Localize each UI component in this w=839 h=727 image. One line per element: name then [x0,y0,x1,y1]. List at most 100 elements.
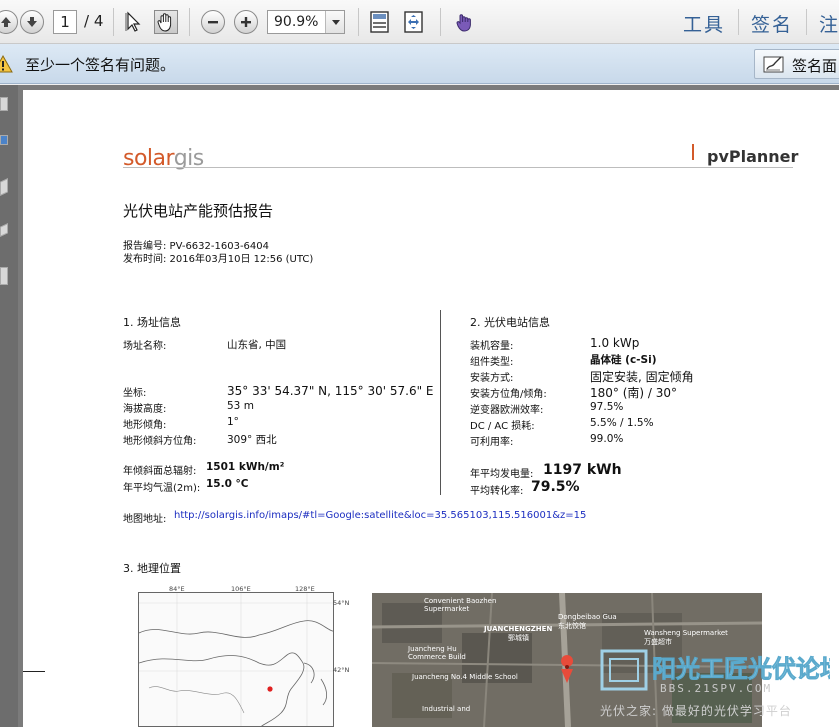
sign-menu[interactable]: 签名 [751,10,793,37]
zoom-in-button[interactable] [234,10,258,34]
irradiation-value: 1501 kWh/m² [206,461,285,473]
report-date: 发布时间: 2016年03月10日 12:56 (UTC) [123,254,314,265]
zoom-select[interactable]: 90.9% [267,10,345,34]
warning-icon [0,54,13,73]
read-mode-button[interactable] [452,10,476,34]
section-location-heading: 3. 地理位置 [123,562,181,575]
module-type-label: 组件类型: [470,357,514,368]
toolbar-divider [738,9,739,35]
toolbar: 1 / 4 90.9% 工具 签名 注 [0,0,839,44]
minus-icon [208,21,218,24]
signature-panel-button[interactable]: 签名面 [754,49,839,79]
layers-icon[interactable] [0,267,8,285]
fit-page-button[interactable] [368,10,392,34]
dc-ac-losses-value: 5.5% / 1.5% [590,417,654,429]
fit-width-button[interactable] [402,10,426,34]
page-thumbnails-icon[interactable] [0,97,8,111]
orientation-label: 安装方位角/倾角: [470,389,547,400]
signature-panel-label: 签名面 [792,57,838,75]
overview-map [138,592,334,727]
temperature-label: 年平均气温(2m): [123,483,201,494]
location-marker-icon [267,686,273,692]
mounting-value: 固定安装, 固定倾角 [590,370,694,384]
inverter-efficiency-value: 97.5% [590,401,624,413]
lat-label-54: 54°N [333,599,350,607]
temperature-value: 15.0 °C [206,478,249,490]
plus-icon [241,17,251,27]
page-edge-mark [23,671,45,672]
signatures-icon[interactable] [0,178,8,196]
annual-yield-value: 1197 kWh [543,462,622,478]
toolbar-divider [440,8,441,36]
arrow-up-icon [1,17,11,27]
fit-page-icon [370,11,389,33]
lon-label-106: 106°E [231,585,251,593]
page-total: / 4 [84,12,104,30]
header-accent-bar [692,144,694,160]
map-area-label: JUANCHENGZHEN [484,625,553,633]
watermark-caption: 光伏之家: 做最好的光伏学习平台 [600,704,792,718]
map-url-link[interactable]: http://solargis.info/imaps/#tl=Google:sa… [174,510,586,521]
module-type-value: 晶体硅 (c-Si) [590,354,657,366]
terrain-slope-label: 地形倾角: [123,420,167,431]
availability-value: 99.0% [590,433,624,445]
toolbar-divider [358,8,359,36]
next-page-button[interactable] [20,10,44,34]
select-tool-button[interactable] [123,10,147,34]
site-name-label: 场址名称: [123,341,167,352]
dc-ac-losses-label: DC / AC 损耗: [470,421,535,432]
map-poi-label: Juancheng No.4 Middle School [412,673,518,681]
hand-icon [157,13,172,32]
lat-label-42: 42°N [333,666,350,674]
availability-label: 可利用率: [470,437,514,448]
section-site-heading: 1. 场址信息 [123,316,181,329]
arrow-down-icon [27,17,37,27]
capacity-value: 1.0 kWp [590,336,640,350]
fit-width-icon [404,11,423,33]
chevron-down-icon[interactable] [325,11,344,33]
coordinates-value: 35° 33' 54.37" N, 115° 30' 57.6" E [227,384,434,398]
lon-label-128: 128°E [295,585,315,593]
site-name-value: 山东省, 中国 [227,339,287,351]
zoom-out-button[interactable] [201,10,225,34]
inverter-efficiency-label: 逆变器欧洲效率: [470,405,544,416]
capacity-label: 装机容量: [470,341,514,352]
brand-name: pvPlanner [707,147,799,166]
performance-ratio-value: 79.5% [531,479,580,495]
page-number-input[interactable]: 1 [53,10,77,34]
terrain-azimuth-value: 309° 西北 [227,434,277,446]
map-area-label: 鄄城镇 [508,634,529,642]
signature-status-bar: 至少一个签名有问题。 签名面 [0,44,839,84]
terrain-azimuth-label: 地形倾斜方位角: [123,436,197,447]
header-rule [123,167,793,168]
orientation-value: 180° (南) / 30° [590,386,678,400]
annual-yield-label: 年平均发电量: [470,469,534,480]
pdf-page: solargis pvPlanner 光伏电站产能预估报告 报告编号: PV-6… [23,90,839,727]
coordinates-label: 坐标: [123,388,147,399]
attachments-icon[interactable] [0,223,8,237]
previous-page-button[interactable] [0,10,18,34]
tools-menu[interactable]: 工具 [683,10,725,37]
section-pv-heading: 2. 光伏电站信息 [470,316,550,329]
svg-text:阳光工匠光伏论坛: 阳光工匠光伏论坛 [652,655,830,683]
hand-tool-button[interactable] [154,10,178,34]
china-outline-map [139,593,333,726]
report-title: 光伏电站产能预估报告 [123,202,274,220]
map-poi-label: Dongbeibao Gua [558,613,617,621]
bookmarks-icon[interactable] [0,135,8,145]
forum-watermark-logo: 阳光工匠光伏论坛 BBS.21SPV.COM [600,645,839,695]
performance-ratio-label: 平均转化率: [470,486,524,497]
mounting-label: 安装方式: [470,373,514,384]
cursor-icon [125,11,141,32]
watermark-badge-icon: 阳光工匠光伏论坛 BBS.21SPV.COM [600,649,839,695]
signature-pen-icon [763,56,784,73]
map-poi-label: Juancheng Hu [408,645,457,653]
touch-hand-icon [456,14,471,32]
toolbar-divider [806,9,807,35]
lon-label-84: 84°E [169,585,185,593]
toolbar-divider [189,8,190,36]
map-poi-label: 东北饺馆 [558,622,586,630]
elevation-label: 海拔高度: [123,404,167,415]
comment-menu[interactable]: 注 [819,10,839,37]
map-poi-label: Convenient Baozhen [424,597,497,605]
